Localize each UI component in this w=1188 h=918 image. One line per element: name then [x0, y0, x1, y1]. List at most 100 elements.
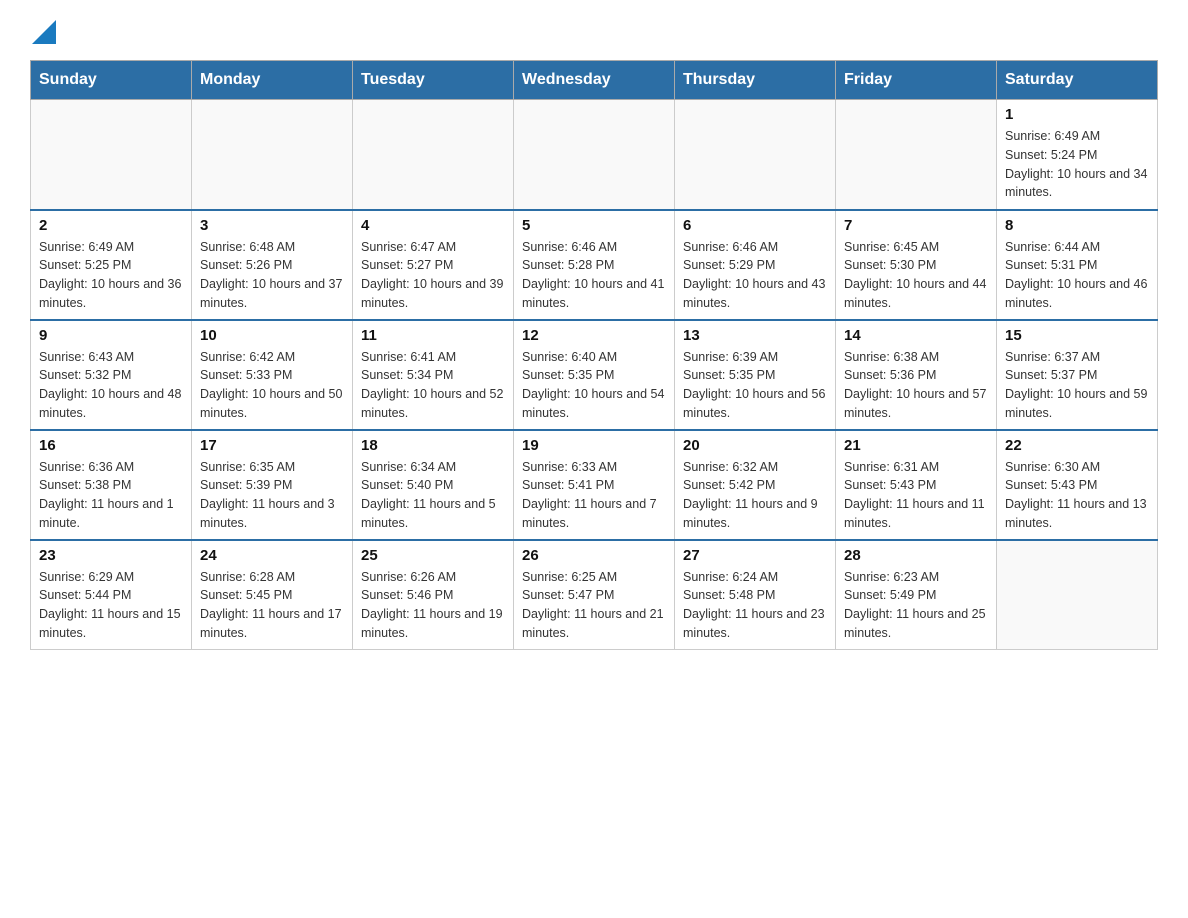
- day-number: 13: [683, 327, 827, 344]
- calendar-cell: 13 Sunrise: 6:39 AMSunset: 5:35 PMDayligh…: [675, 320, 836, 430]
- weekday-header-wednesday: Wednesday: [514, 61, 675, 100]
- day-number: 24: [200, 547, 344, 564]
- day-number: 11: [361, 327, 505, 344]
- day-info: Sunrise: 6:39 AMSunset: 5:35 PMDaylight:…: [683, 348, 827, 423]
- day-info: Sunrise: 6:34 AMSunset: 5:40 PMDaylight:…: [361, 458, 505, 533]
- calendar-cell: 10 Sunrise: 6:42 AMSunset: 5:33 PMDayligh…: [192, 320, 353, 430]
- calendar-cell: 2 Sunrise: 6:49 AMSunset: 5:25 PMDaylight…: [31, 210, 192, 320]
- calendar-cell: 7 Sunrise: 6:45 AMSunset: 5:30 PMDaylight…: [836, 210, 997, 320]
- day-info: Sunrise: 6:36 AMSunset: 5:38 PMDaylight:…: [39, 458, 183, 533]
- day-info: Sunrise: 6:43 AMSunset: 5:32 PMDaylight:…: [39, 348, 183, 423]
- day-number: 8: [1005, 217, 1149, 234]
- calendar-cell: 20 Sunrise: 6:32 AMSunset: 5:42 PMDayligh…: [675, 430, 836, 540]
- page-header: [30, 20, 1158, 44]
- calendar-cell: 5 Sunrise: 6:46 AMSunset: 5:28 PMDaylight…: [514, 210, 675, 320]
- calendar-cell: 26Sunrise: 6:25 AMSunset: 5:47 PMDayligh…: [514, 540, 675, 650]
- calendar-cell: [192, 100, 353, 210]
- day-number: 14: [844, 327, 988, 344]
- calendar-cell: 16 Sunrise: 6:36 AMSunset: 5:38 PMDayligh…: [31, 430, 192, 540]
- calendar-cell: 14Sunrise: 6:38 AMSunset: 5:36 PMDayligh…: [836, 320, 997, 430]
- calendar-cell: 23 Sunrise: 6:29 AMSunset: 5:44 PMDayligh…: [31, 540, 192, 650]
- calendar-cell: [997, 540, 1158, 650]
- calendar-cell: 28 Sunrise: 6:23 AMSunset: 5:49 PMDayligh…: [836, 540, 997, 650]
- day-info: Sunrise: 6:42 AMSunset: 5:33 PMDaylight:…: [200, 348, 344, 423]
- day-number: 15: [1005, 327, 1149, 344]
- day-info: Sunrise: 6:46 AMSunset: 5:29 PMDaylight:…: [683, 238, 827, 313]
- day-number: 22: [1005, 437, 1149, 454]
- day-info: Sunrise: 6:29 AMSunset: 5:44 PMDaylight:…: [39, 568, 183, 643]
- day-info: Sunrise: 6:45 AMSunset: 5:30 PMDaylight:…: [844, 238, 988, 313]
- logo: [30, 20, 56, 44]
- day-info: Sunrise: 6:46 AMSunset: 5:28 PMDaylight:…: [522, 238, 666, 313]
- calendar-week-row: 9 Sunrise: 6:43 AMSunset: 5:32 PMDaylight…: [31, 320, 1158, 430]
- calendar-cell: [675, 100, 836, 210]
- day-number: 20: [683, 437, 827, 454]
- day-number: 23: [39, 547, 183, 564]
- day-info: Sunrise: 6:33 AMSunset: 5:41 PMDaylight:…: [522, 458, 666, 533]
- weekday-header-sunday: Sunday: [31, 61, 192, 100]
- day-info: Sunrise: 6:48 AMSunset: 5:26 PMDaylight:…: [200, 238, 344, 313]
- calendar-cell: [836, 100, 997, 210]
- calendar-cell: 18 Sunrise: 6:34 AMSunset: 5:40 PMDayligh…: [353, 430, 514, 540]
- calendar-cell: [31, 100, 192, 210]
- calendar-cell: 9 Sunrise: 6:43 AMSunset: 5:32 PMDaylight…: [31, 320, 192, 430]
- day-number: 17: [200, 437, 344, 454]
- calendar-cell: 4 Sunrise: 6:47 AMSunset: 5:27 PMDaylight…: [353, 210, 514, 320]
- calendar-cell: [353, 100, 514, 210]
- calendar-week-row: 2 Sunrise: 6:49 AMSunset: 5:25 PMDaylight…: [31, 210, 1158, 320]
- day-number: 5: [522, 217, 666, 234]
- day-info: Sunrise: 6:49 AMSunset: 5:25 PMDaylight:…: [39, 238, 183, 313]
- calendar-cell: [514, 100, 675, 210]
- day-info: Sunrise: 6:47 AMSunset: 5:27 PMDaylight:…: [361, 238, 505, 313]
- day-info: Sunrise: 6:26 AMSunset: 5:46 PMDaylight:…: [361, 568, 505, 643]
- day-number: 19: [522, 437, 666, 454]
- day-number: 28: [844, 547, 988, 564]
- day-info: Sunrise: 6:23 AMSunset: 5:49 PMDaylight:…: [844, 568, 988, 643]
- calendar-cell: 1 Sunrise: 6:49 AMSunset: 5:24 PMDaylight…: [997, 100, 1158, 210]
- calendar-cell: 3 Sunrise: 6:48 AMSunset: 5:26 PMDaylight…: [192, 210, 353, 320]
- day-number: 3: [200, 217, 344, 234]
- calendar-cell: 27 Sunrise: 6:24 AMSunset: 5:48 PMDayligh…: [675, 540, 836, 650]
- calendar-cell: 22 Sunrise: 6:30 AMSunset: 5:43 PMDayligh…: [997, 430, 1158, 540]
- day-number: 7: [844, 217, 988, 234]
- day-number: 21: [844, 437, 988, 454]
- calendar-cell: 11 Sunrise: 6:41 AMSunset: 5:34 PMDayligh…: [353, 320, 514, 430]
- day-number: 26: [522, 547, 666, 564]
- day-info: Sunrise: 6:31 AMSunset: 5:43 PMDaylight:…: [844, 458, 988, 533]
- calendar-cell: 25Sunrise: 6:26 AMSunset: 5:46 PMDayligh…: [353, 540, 514, 650]
- logo-icon: [32, 20, 56, 44]
- day-number: 18: [361, 437, 505, 454]
- day-number: 27: [683, 547, 827, 564]
- calendar-cell: 12 Sunrise: 6:40 AMSunset: 5:35 PMDayligh…: [514, 320, 675, 430]
- day-info: Sunrise: 6:24 AMSunset: 5:48 PMDaylight:…: [683, 568, 827, 643]
- calendar-cell: 24 Sunrise: 6:28 AMSunset: 5:45 PMDayligh…: [192, 540, 353, 650]
- day-info: Sunrise: 6:28 AMSunset: 5:45 PMDaylight:…: [200, 568, 344, 643]
- day-number: 9: [39, 327, 183, 344]
- day-number: 6: [683, 217, 827, 234]
- weekday-header-tuesday: Tuesday: [353, 61, 514, 100]
- day-info: Sunrise: 6:35 AMSunset: 5:39 PMDaylight:…: [200, 458, 344, 533]
- day-number: 4: [361, 217, 505, 234]
- calendar-cell: 8 Sunrise: 6:44 AMSunset: 5:31 PMDaylight…: [997, 210, 1158, 320]
- day-number: 2: [39, 217, 183, 234]
- calendar-week-row: 16 Sunrise: 6:36 AMSunset: 5:38 PMDayligh…: [31, 430, 1158, 540]
- day-number: 12: [522, 327, 666, 344]
- calendar-cell: 19 Sunrise: 6:33 AMSunset: 5:41 PMDayligh…: [514, 430, 675, 540]
- day-number: 10: [200, 327, 344, 344]
- day-number: 16: [39, 437, 183, 454]
- weekday-header-friday: Friday: [836, 61, 997, 100]
- calendar-cell: 21 Sunrise: 6:31 AMSunset: 5:43 PMDayligh…: [836, 430, 997, 540]
- day-info: Sunrise: 6:49 AMSunset: 5:24 PMDaylight:…: [1005, 127, 1149, 202]
- day-info: Sunrise: 6:41 AMSunset: 5:34 PMDaylight:…: [361, 348, 505, 423]
- day-info: Sunrise: 6:30 AMSunset: 5:43 PMDaylight:…: [1005, 458, 1149, 533]
- calendar-cell: 6 Sunrise: 6:46 AMSunset: 5:29 PMDaylight…: [675, 210, 836, 320]
- weekday-header-monday: Monday: [192, 61, 353, 100]
- weekday-header-thursday: Thursday: [675, 61, 836, 100]
- calendar-cell: 17 Sunrise: 6:35 AMSunset: 5:39 PMDayligh…: [192, 430, 353, 540]
- calendar-cell: 15Sunrise: 6:37 AMSunset: 5:37 PMDayligh…: [997, 320, 1158, 430]
- day-number: 1: [1005, 106, 1149, 123]
- calendar-week-row: 23 Sunrise: 6:29 AMSunset: 5:44 PMDayligh…: [31, 540, 1158, 650]
- day-info: Sunrise: 6:40 AMSunset: 5:35 PMDaylight:…: [522, 348, 666, 423]
- day-info: Sunrise: 6:32 AMSunset: 5:42 PMDaylight:…: [683, 458, 827, 533]
- day-info: Sunrise: 6:44 AMSunset: 5:31 PMDaylight:…: [1005, 238, 1149, 313]
